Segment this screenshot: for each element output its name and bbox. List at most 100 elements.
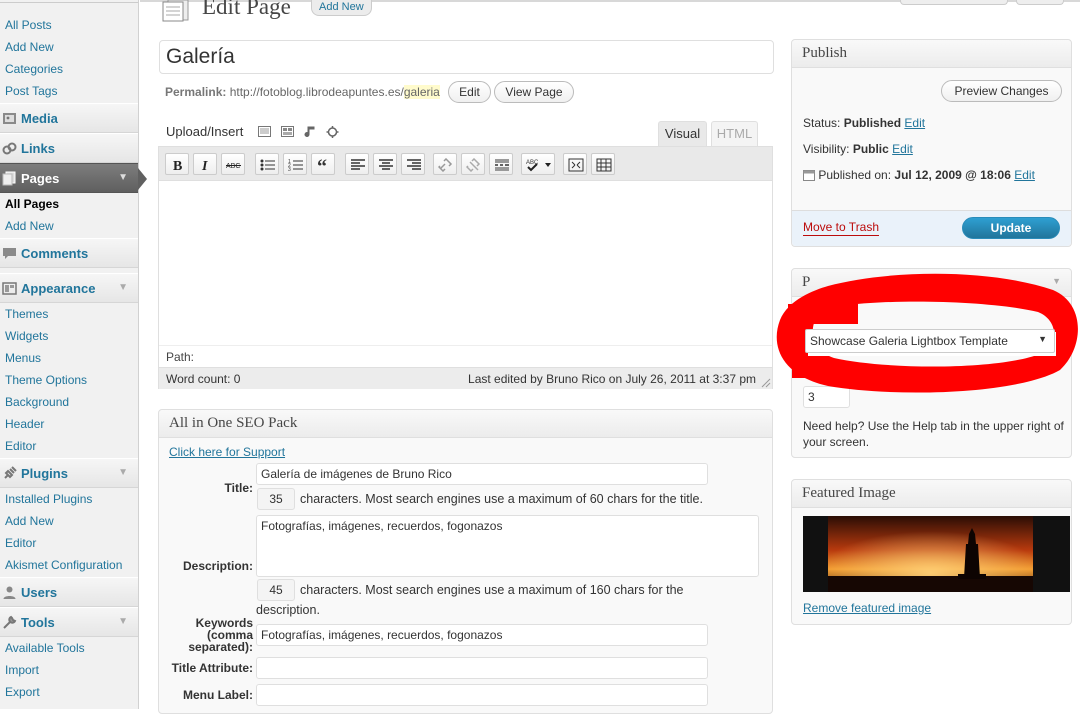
seo-title-counter: 35	[257, 488, 295, 510]
sidebar-appearance-themes[interactable]: Themes	[5, 307, 48, 321]
unlink-button[interactable]	[461, 153, 485, 175]
remove-featured-image-link[interactable]: Remove featured image	[803, 601, 931, 615]
resize-grip-icon[interactable]	[760, 377, 771, 388]
screen-options-tab[interactable]	[900, 0, 1008, 5]
tab-html[interactable]: HTML	[711, 121, 758, 147]
sidebar-appearance-theme-options[interactable]: Theme Options	[5, 373, 87, 387]
italic-button[interactable]: I	[193, 153, 217, 175]
sidebar-appearance-widgets[interactable]: Widgets	[5, 329, 48, 343]
preview-changes-button[interactable]: Preview Changes	[941, 80, 1062, 102]
add-media-icon[interactable]	[326, 126, 339, 138]
move-to-trash-link[interactable]: Move to Trash	[803, 220, 880, 236]
kitchen-sink-icon	[596, 158, 612, 172]
sidebar-tools-export[interactable]: Export	[5, 685, 40, 699]
published-label: Published on:	[818, 168, 892, 182]
insert-more-button[interactable]	[489, 153, 513, 175]
sidebar-item-users[interactable]: Users	[0, 577, 138, 607]
sidebar-plugins-installed[interactable]: Installed Plugins	[5, 492, 92, 506]
page-attributes-heading[interactable]: P ▼	[792, 269, 1071, 297]
help-tab[interactable]	[1016, 0, 1064, 5]
sidebar-item-media[interactable]: Media	[0, 103, 138, 133]
seo-keywords-input[interactable]: Fotografías, imágenes, recuerdos, fogona…	[256, 624, 708, 646]
strikethrough-icon: ABC	[226, 163, 241, 170]
view-page-button[interactable]: View Page	[494, 81, 574, 103]
bold-icon: B	[173, 159, 182, 172]
sidebar-posts-all[interactable]: All Posts	[5, 18, 52, 32]
add-new-page-button[interactable]: Add New	[311, 0, 372, 16]
seo-description-textarea[interactable]: Fotografías, imágenes, recuerdos, fogona…	[256, 515, 759, 577]
page-title: Edit Page	[202, 0, 291, 19]
spellcheck-button[interactable]: ABC	[521, 153, 555, 175]
sidebar-pages-add[interactable]: Add New	[5, 219, 54, 233]
sidebar-item-tools[interactable]: Tools ▼	[0, 607, 138, 637]
kitchen-sink-button[interactable]	[591, 153, 615, 175]
collapse-arrow-icon[interactable]: ▼	[118, 467, 128, 478]
sidebar-tools-import[interactable]: Import	[5, 663, 39, 677]
sidebar-plugins-editor[interactable]: Editor	[5, 536, 36, 550]
permalink-row: Permalink: http://fotoblog.librodeapunte…	[165, 85, 440, 99]
sidebar-tools-available[interactable]: Available Tools	[5, 641, 85, 655]
link-icon	[438, 158, 453, 172]
edit-status-link[interactable]: Edit	[904, 116, 925, 130]
sidebar-pages-all[interactable]: All Pages	[5, 197, 59, 211]
edit-date-link[interactable]: Edit	[1014, 168, 1035, 182]
update-button[interactable]: Update	[962, 217, 1060, 239]
sidebar-label: Plugins	[21, 466, 68, 481]
seo-title-attribute-input[interactable]	[256, 657, 708, 679]
sidebar-item-plugins[interactable]: Plugins ▼	[0, 458, 138, 488]
seo-pack-heading[interactable]: All in One SEO Pack	[159, 410, 772, 438]
svg-text:“: “	[317, 158, 327, 172]
post-title-input[interactable]: Galería	[159, 40, 774, 74]
seo-title-input[interactable]: Galería de imágenes de Bruno Rico	[256, 463, 708, 485]
sidebar-plugins-add[interactable]: Add New	[5, 514, 54, 528]
featured-image-thumbnail[interactable]	[803, 516, 1070, 592]
sidebar-item-appearance[interactable]: Appearance ▼	[0, 273, 138, 303]
edit-visibility-link[interactable]: Edit	[892, 142, 913, 156]
sidebar-appearance-menus[interactable]: Menus	[5, 351, 41, 365]
bullet-list-button[interactable]	[255, 153, 279, 175]
sidebar-plugins-akismet[interactable]: Akismet Configuration	[5, 558, 122, 572]
collapse-arrow-icon[interactable]: ▼	[118, 172, 128, 183]
order-input[interactable]: 3	[803, 386, 850, 408]
align-right-button[interactable]	[401, 153, 425, 175]
sidebar-item-comments[interactable]: Comments	[0, 238, 138, 268]
add-image-icon[interactable]	[258, 126, 271, 138]
add-video-icon[interactable]	[281, 126, 294, 138]
align-left-button[interactable]	[345, 153, 369, 175]
template-select-value: Showcase Galeria Lightbox Template	[810, 334, 1008, 348]
seo-support-link[interactable]: Click here for Support	[169, 445, 285, 459]
seo-menu-label-input[interactable]	[256, 684, 708, 706]
upload-insert-label: Upload/Insert	[166, 124, 244, 139]
chevron-down-icon: ▼	[1038, 334, 1047, 344]
align-center-button[interactable]	[373, 153, 397, 175]
sidebar-appearance-background[interactable]: Background	[5, 395, 69, 409]
sidebar-item-links[interactable]: Links	[0, 133, 138, 163]
blockquote-button[interactable]: “	[311, 153, 335, 175]
sidebar-posts-categories[interactable]: Categories	[5, 62, 63, 76]
toggle-arrow-icon[interactable]: ▼	[1052, 276, 1061, 286]
seo-title-hint: characters. Most search engines use a ma…	[300, 492, 703, 506]
svg-text:3: 3	[288, 167, 291, 172]
fullscreen-button[interactable]	[563, 153, 587, 175]
sidebar-item-pages[interactable]: Pages ▼	[0, 163, 147, 193]
editor-content-area[interactable]	[159, 182, 772, 345]
sidebar-appearance-editor[interactable]: Editor	[5, 439, 36, 453]
bold-button[interactable]: B	[165, 153, 189, 175]
featured-image-heading[interactable]: Featured Image	[792, 480, 1071, 508]
edit-permalink-button[interactable]: Edit	[448, 81, 491, 103]
collapse-arrow-icon[interactable]: ▼	[118, 616, 128, 627]
publish-heading[interactable]: Publish	[792, 40, 1071, 68]
sidebar-appearance-header[interactable]: Header	[5, 417, 44, 431]
strikethrough-button[interactable]: ABC	[221, 153, 245, 175]
sidebar-label: Appearance	[21, 281, 96, 296]
page-attributes-heading-text: P	[802, 274, 811, 290]
add-audio-icon[interactable]	[304, 126, 317, 138]
numbered-list-button[interactable]: 123	[283, 153, 307, 175]
sidebar-posts-tags[interactable]: Post Tags	[5, 84, 57, 98]
tab-visual[interactable]: Visual	[658, 121, 707, 147]
collapse-arrow-icon[interactable]: ▼	[118, 282, 128, 293]
template-select-overlay[interactable]: Showcase Galeria Lightbox Template ▼	[805, 329, 1055, 353]
sidebar-posts-add[interactable]: Add New	[5, 40, 54, 54]
permalink-slug[interactable]: galeria	[403, 85, 440, 99]
insert-link-button[interactable]	[433, 153, 457, 175]
